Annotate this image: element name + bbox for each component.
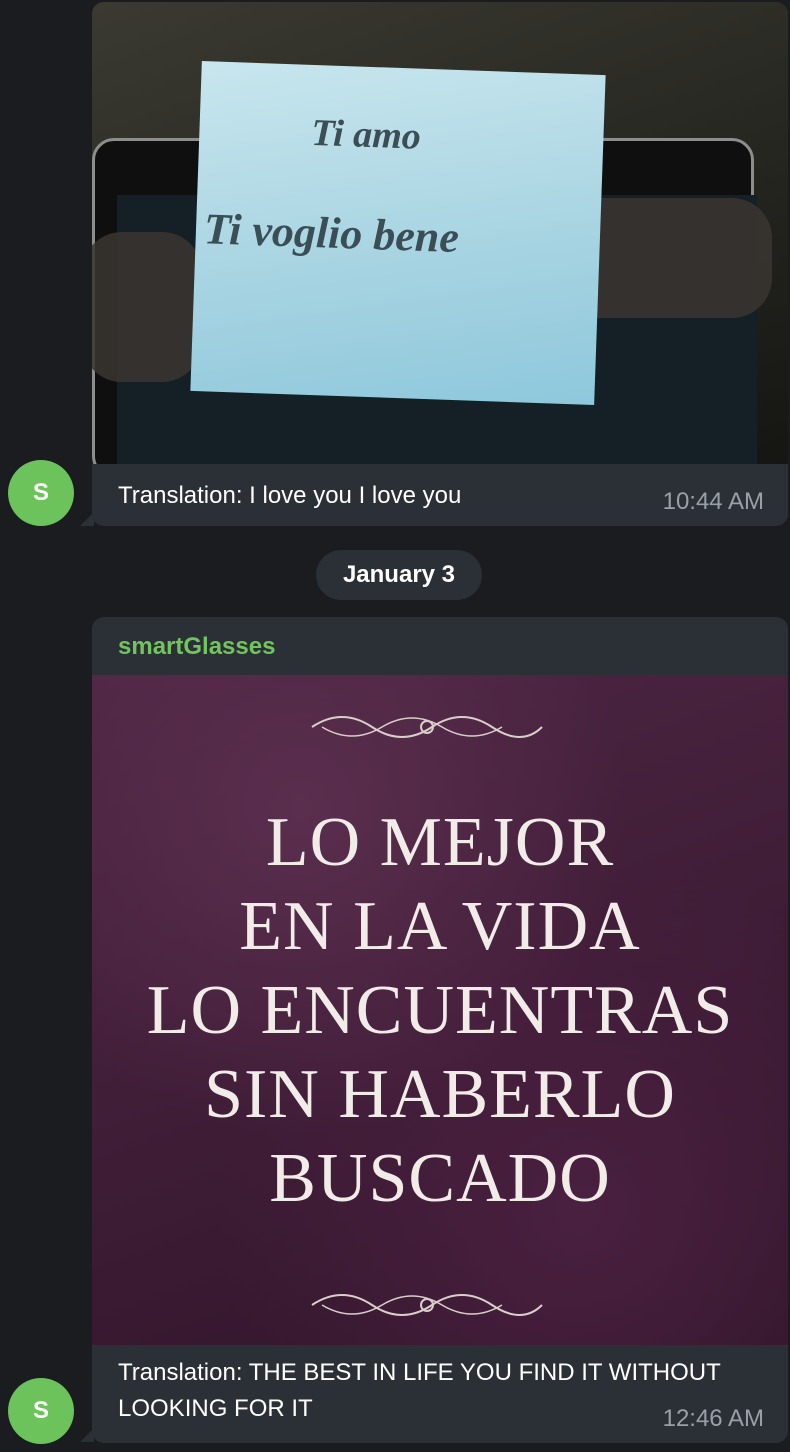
quote-line: LO ENCUENTRAS [146,972,734,1049]
message-photo-quote[interactable]: LO MEJOR EN LA VIDA LO ENCUENTRAS SIN HA… [92,675,788,1345]
message-bubble-2[interactable]: smartGlasses LO MEJOR EN LA VIDA LO ENCU… [92,617,788,1443]
quote-line: SIN HABERLO [204,1056,676,1133]
quote-text: LO MEJOR EN LA VIDA LO ENCUENTRAS SIN HA… [92,801,788,1221]
quote-line: LO MEJOR [265,804,615,881]
sender-avatar[interactable]: S [8,460,74,526]
sender-avatar[interactable]: S [8,1378,74,1444]
quote-line: EN LA VIDA [239,888,641,965]
photo-text-line-2: Ti voglio bene [203,204,460,263]
message-photo-tablet[interactable]: Ti amo Ti voglio bene [92,2,788,464]
paper-sheet: Ti amo Ti voglio bene [190,61,606,405]
sender-name[interactable]: smartGlasses [92,617,788,675]
photo-text-line-1: Ti amo [310,111,422,158]
ornament-bottom-icon [311,1294,543,1316]
ornament-top-icon [311,716,543,738]
date-separator: January 3 [316,550,482,600]
quote-line: BUSCADO [269,1140,611,1217]
message-timestamp: 12:46 AM [662,1405,764,1432]
message-timestamp: 10:44 AM [662,488,764,515]
message-bubble-1[interactable]: Ti amo Ti voglio bene Translation: I lov… [92,2,788,526]
